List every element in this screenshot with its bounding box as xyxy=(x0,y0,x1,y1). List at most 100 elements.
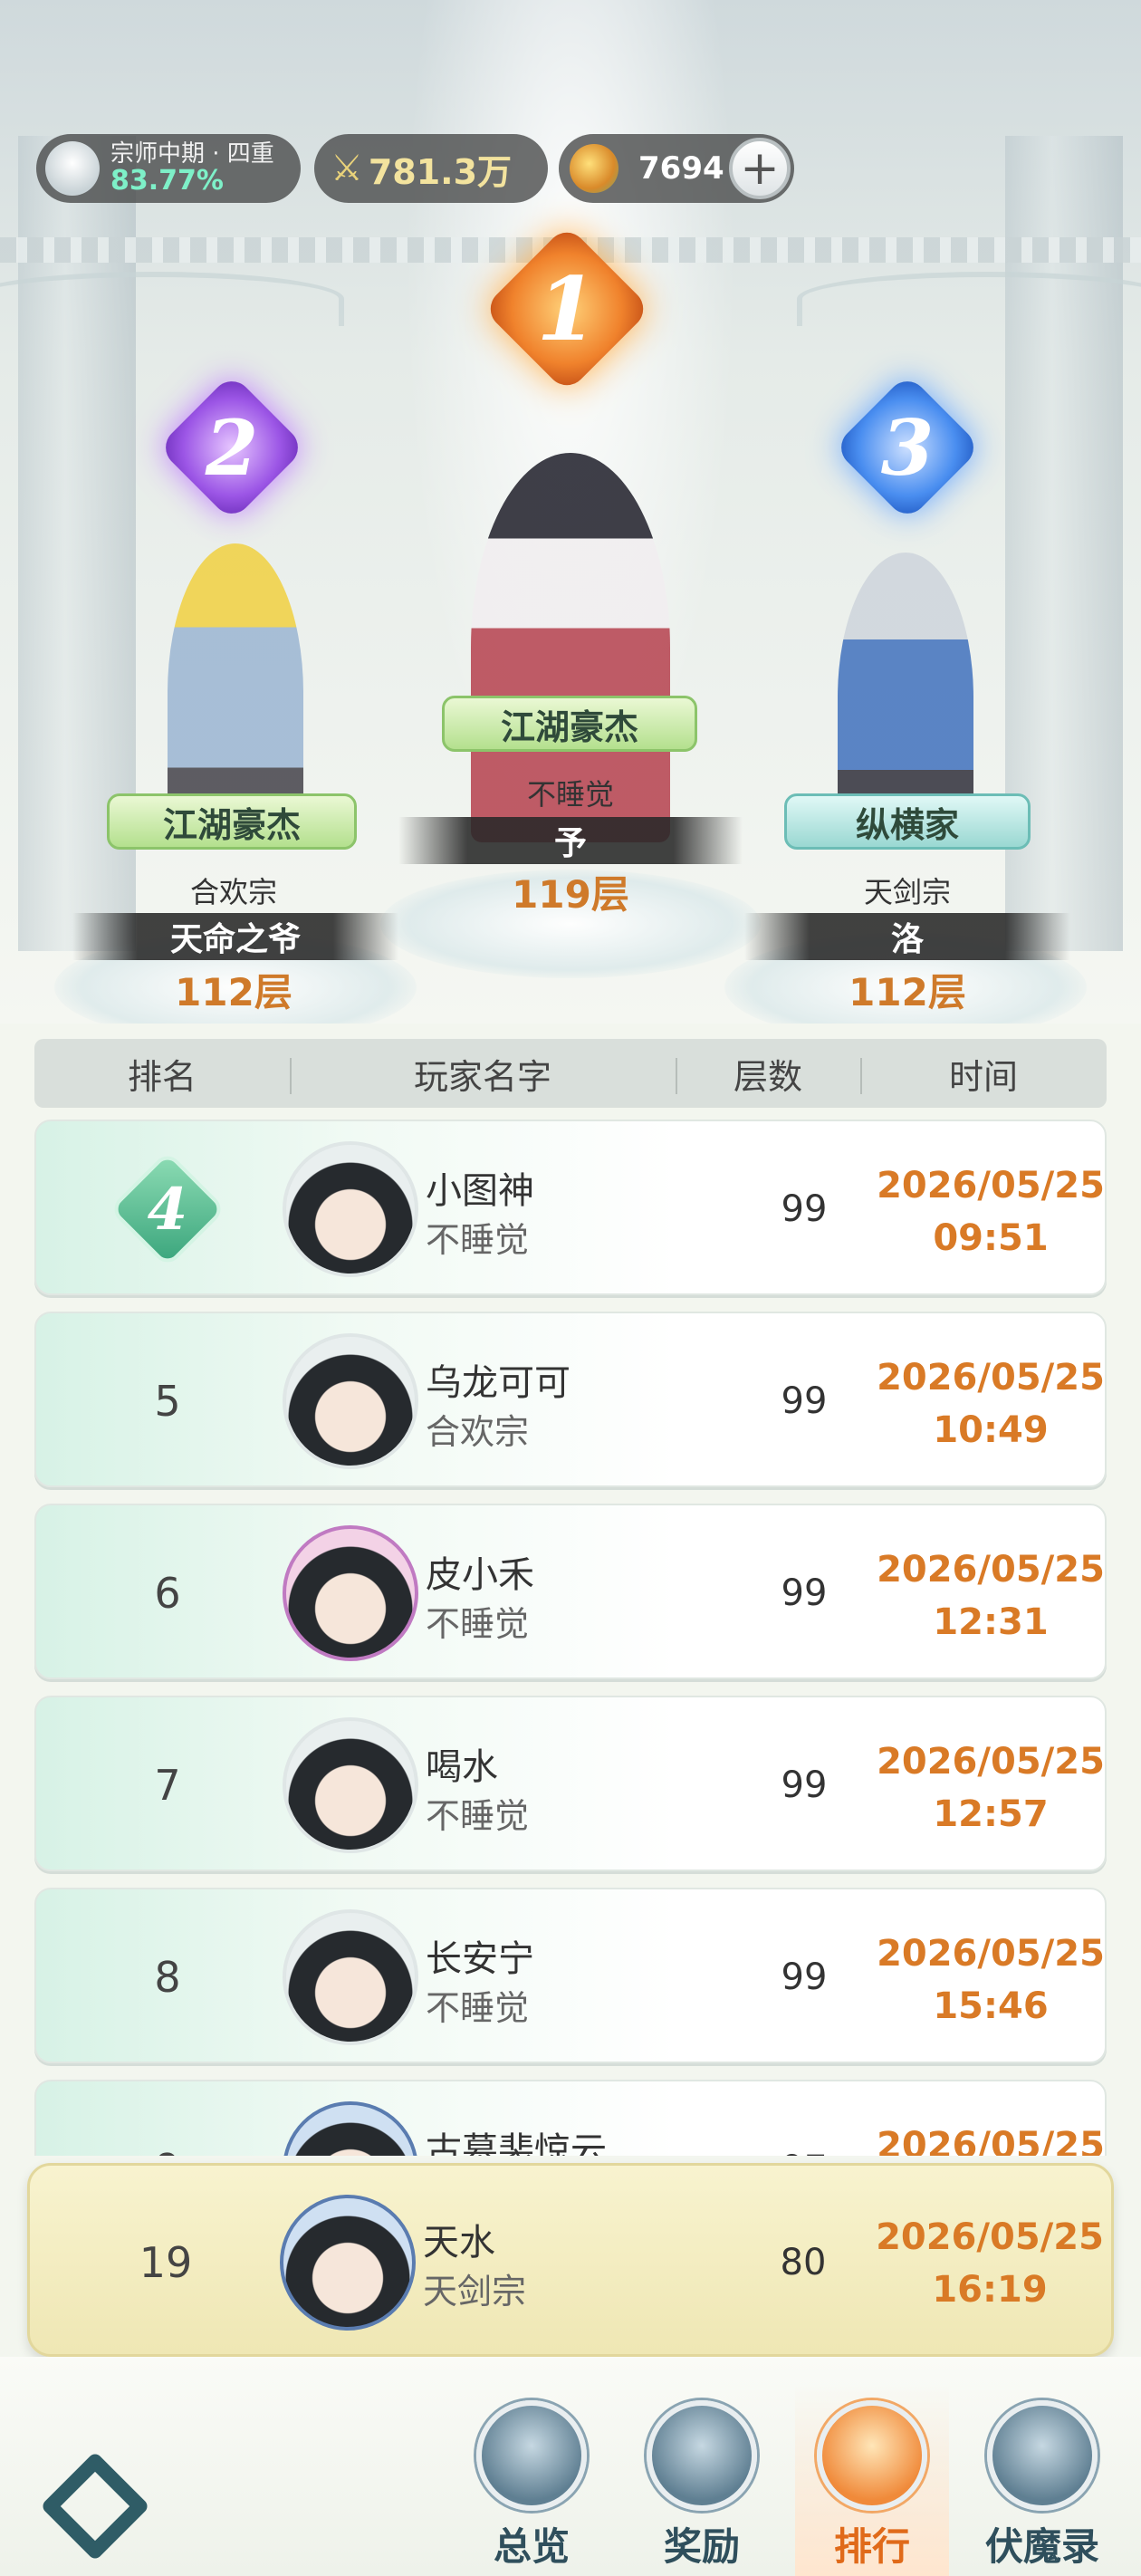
realm-progress: 83.77% xyxy=(110,164,224,197)
clear-date: 2026/05/25 xyxy=(877,1165,1105,1206)
player-name: 乌龙可可 xyxy=(426,1362,570,1404)
third-player-name[interactable]: 洛 xyxy=(744,913,1070,960)
clear-date: 2026/05/25 xyxy=(877,2125,1105,2156)
podium-icon xyxy=(817,2400,927,2511)
my-rank-row[interactable]: 19 天水 天剑宗 80 2026/05/25 16:19 xyxy=(27,2163,1114,2357)
table-row[interactable]: 5 乌龙可可 合欢宗 99 2026/05/25 10:49 xyxy=(34,1312,1107,1487)
table-row[interactable]: 9 古墓裴惊云 97 2026/05/25 xyxy=(34,2080,1107,2156)
plus-icon: + xyxy=(740,141,780,196)
diamond-menu-icon xyxy=(40,2451,150,2562)
my-name: 天水 xyxy=(423,2222,495,2264)
rank-cell: 6 xyxy=(154,1569,181,1618)
avatar[interactable] xyxy=(283,1525,418,1661)
rank-cell: 4 xyxy=(36,1121,299,1297)
clear-clock: 15:46 xyxy=(933,1985,1049,2027)
third-floor: 112层 xyxy=(849,970,966,1014)
first-player-name[interactable]: 予 xyxy=(398,817,743,864)
table-row[interactable]: 4 小图神 不睡觉 99 2026/05/25 09:51 xyxy=(34,1120,1107,1295)
left-arch xyxy=(0,272,344,326)
currency-value: 7694 xyxy=(638,150,724,187)
first-sect: 不睡觉 xyxy=(526,777,614,812)
rank-cell: 8 xyxy=(154,1953,181,2002)
rank-4-badge: 4 xyxy=(108,1149,227,1269)
realm-name: 宗师中期 · 四重 xyxy=(110,139,274,168)
home-menu-button[interactable] xyxy=(36,2447,154,2565)
player-sect: 不睡觉 xyxy=(426,1988,530,2028)
table-row[interactable]: 7 喝水 不睡觉 99 2026/05/25 12:57 xyxy=(34,1696,1107,1871)
clear-clock: 12:57 xyxy=(933,1793,1049,1835)
player-name: 古墓裴惊云 xyxy=(426,2130,607,2156)
player-name: 长安宁 xyxy=(426,1938,534,1980)
my-rank: 19 xyxy=(139,2238,193,2287)
table-row[interactable]: 6 皮小禾 不睡觉 99 2026/05/25 12:31 xyxy=(34,1504,1107,1679)
rank-cell: 5 xyxy=(154,1377,181,1426)
combat-power-value: 781.3万 xyxy=(368,151,513,192)
rank-1-flame-badge: 1 xyxy=(482,224,652,394)
treasure-bowl-icon xyxy=(647,2400,757,2511)
rank-cell: 9 xyxy=(36,2081,299,2156)
scroll-book-icon xyxy=(987,2400,1098,2511)
spirit-stone-icon xyxy=(570,144,618,193)
clear-date: 2026/05/25 xyxy=(877,1549,1105,1591)
pagoda-icon xyxy=(476,2400,587,2511)
player-sect: 合欢宗 xyxy=(426,1412,530,1452)
tab-demon-record[interactable]: 伏魔录 xyxy=(965,2384,1119,2576)
clear-date: 2026/05/25 xyxy=(877,1357,1105,1399)
clear-clock: 12:31 xyxy=(933,1601,1049,1643)
my-clear-time: 2026/05/25 16:19 xyxy=(867,2211,1113,2316)
header-time: 时间 xyxy=(860,1049,1107,1099)
third-sect: 天剑宗 xyxy=(863,875,951,909)
avatar[interactable] xyxy=(283,1333,418,1469)
crossed-swords-icon: ⚔ xyxy=(331,148,363,189)
player-name: 皮小禾 xyxy=(426,1554,534,1596)
tab-overview-label: 总览 xyxy=(493,2524,570,2569)
clear-time: 2026/05/25 09:51 xyxy=(868,1159,1114,1264)
my-clear-clock: 16:19 xyxy=(932,2269,1048,2311)
avatar[interactable] xyxy=(283,1717,418,1853)
clear-date: 2026/05/25 xyxy=(877,1741,1105,1783)
player-sect: 不睡觉 xyxy=(426,1220,530,1260)
combat-power[interactable]: ⚔ 781.3万 xyxy=(314,134,548,203)
bottom-nav: 总览 奖励 排行 伏魔录 xyxy=(0,2357,1141,2576)
player-sect: 不睡觉 xyxy=(426,1604,530,1644)
rank-2-flame-badge: 2 xyxy=(157,372,307,523)
rank-cell: 7 xyxy=(154,1761,181,1810)
clear-clock: 09:51 xyxy=(933,1217,1049,1259)
cultivator-avatar-icon xyxy=(45,141,100,196)
tab-ranking-label: 排行 xyxy=(833,2524,910,2569)
tab-ranking[interactable]: 排行 xyxy=(795,2384,949,2576)
table-row[interactable]: 8 长安宁 不睡觉 99 2026/05/25 15:46 xyxy=(34,1888,1107,2063)
tab-demon-record-label: 伏魔录 xyxy=(984,2524,1099,2569)
player-name: 小图神 xyxy=(426,1170,534,1212)
second-floor: 112层 xyxy=(175,970,292,1014)
second-player-name[interactable]: 天命之爷 xyxy=(72,913,398,960)
add-currency-button[interactable]: + xyxy=(729,138,791,199)
first-title-tag: 江湖豪杰 xyxy=(442,696,697,752)
avatar[interactable] xyxy=(283,1909,418,2045)
my-clear-date: 2026/05/25 xyxy=(876,2216,1104,2258)
realm-status[interactable]: 宗师中期 · 四重 83.77% xyxy=(36,134,301,203)
avatar[interactable] xyxy=(283,1141,418,1277)
player-name: 喝水 xyxy=(426,1746,498,1788)
my-sect: 天剑宗 xyxy=(423,2272,527,2312)
second-sect: 合欢宗 xyxy=(189,875,277,909)
right-arch xyxy=(797,272,1141,326)
header-floor: 层数 xyxy=(676,1049,860,1099)
clear-time: 2026/05/25 xyxy=(868,2119,1114,2156)
first-floor: 119层 xyxy=(512,872,629,917)
tab-overview[interactable]: 总览 xyxy=(455,2384,609,2576)
clear-time: 2026/05/25 12:31 xyxy=(868,1543,1114,1648)
avatar[interactable] xyxy=(283,2101,418,2156)
tab-rewards-label: 奖励 xyxy=(663,2524,740,2569)
third-title-tag: 纵横家 xyxy=(784,793,1031,850)
second-title-tag: 江湖豪杰 xyxy=(107,793,357,850)
clear-date: 2026/05/25 xyxy=(877,1933,1105,1975)
ranking-table-header: 排名 玩家名字 层数 时间 xyxy=(34,1039,1107,1108)
clear-time: 2026/05/25 12:57 xyxy=(868,1735,1114,1841)
header-player-name: 玩家名字 xyxy=(290,1049,676,1099)
clear-time: 2026/05/25 10:49 xyxy=(868,1351,1114,1456)
my-avatar[interactable] xyxy=(280,2195,416,2331)
rank-3-flame-badge: 3 xyxy=(832,372,983,523)
ranking-list[interactable]: 4 小图神 不睡觉 99 2026/05/25 09:51 5 乌龙可可 合欢宗… xyxy=(0,1114,1141,2156)
tab-rewards[interactable]: 奖励 xyxy=(625,2384,779,2576)
